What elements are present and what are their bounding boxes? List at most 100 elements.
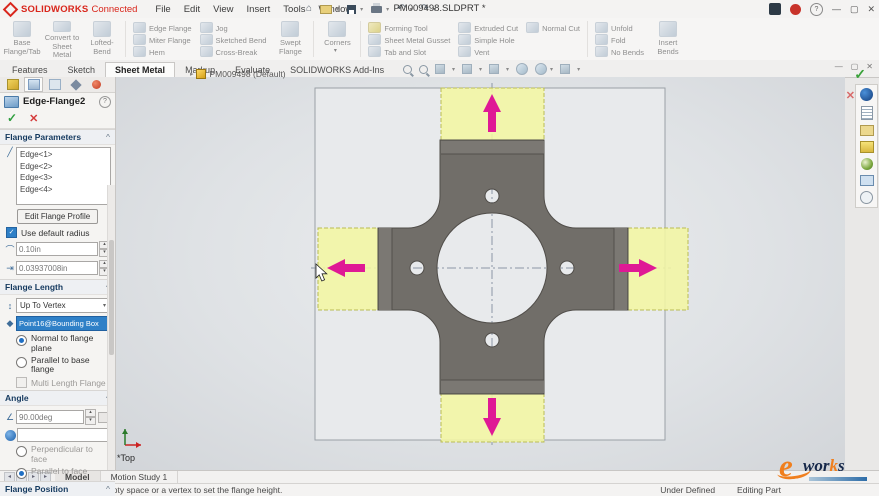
- menu-file[interactable]: File: [155, 4, 170, 15]
- panel-scrollbar[interactable]: [107, 185, 115, 470]
- tab-sketch[interactable]: Sketch: [58, 62, 106, 77]
- tab-features[interactable]: Features: [2, 62, 58, 77]
- custom-properties-icon[interactable]: [859, 175, 874, 186]
- collapse-icon[interactable]: ^: [106, 484, 110, 494]
- normal-cut-button[interactable]: Normal Cut: [526, 21, 580, 34]
- doc-minimize-icon[interactable]: —: [835, 62, 843, 71]
- pm-help-icon[interactable]: ?: [99, 95, 111, 108]
- file-explorer-icon[interactable]: [859, 125, 874, 136]
- use-default-radius-row[interactable]: ✓ Use default radius: [6, 227, 109, 238]
- feature-tree-root[interactable]: PM009498 (Default): [210, 69, 286, 79]
- cancel-button[interactable]: ✕: [29, 112, 38, 125]
- forum-icon[interactable]: [860, 191, 873, 204]
- home-icon[interactable]: ⌂: [306, 2, 312, 16]
- sketched-bend-button[interactable]: Sketched Bend: [199, 33, 266, 46]
- radio-selected-icon[interactable]: [16, 335, 27, 346]
- convert-to-sheet-metal-button[interactable]: Convert to Sheet Metal: [42, 18, 82, 60]
- view-settings-icon[interactable]: [560, 64, 571, 74]
- minimize-button[interactable]: —: [832, 4, 841, 14]
- caret-icon[interactable]: ▾: [386, 6, 389, 13]
- edge-item[interactable]: Edge<1>: [20, 149, 107, 161]
- gap-distance-field[interactable]: [16, 261, 98, 275]
- caret-icon[interactable]: ▾: [336, 6, 339, 13]
- displaymanager-tab[interactable]: [87, 77, 106, 92]
- bend-radius-field[interactable]: [16, 242, 98, 256]
- edge-item[interactable]: Edge<3>: [20, 172, 107, 184]
- spin-down-icon[interactable]: ▾: [85, 417, 96, 426]
- flyout-feature-tree[interactable]: ▸ PM009498 (Default): [190, 69, 286, 79]
- caret-icon[interactable]: ▾: [506, 66, 509, 73]
- section-view-icon[interactable]: [435, 64, 445, 74]
- open-icon[interactable]: [320, 4, 333, 14]
- help-icon[interactable]: ?: [809, 2, 823, 16]
- 3dexperience-icon[interactable]: [768, 3, 781, 15]
- close-button[interactable]: ✕: [867, 4, 875, 15]
- menu-view[interactable]: View: [213, 4, 233, 15]
- sheet-metal-gusset-button[interactable]: Sheet Metal Gusset: [368, 33, 450, 46]
- appearances-icon[interactable]: [860, 158, 873, 170]
- ok-button[interactable]: ✓: [7, 111, 17, 125]
- flange-length-header[interactable]: Flange Length ^: [0, 279, 115, 295]
- radio-selected-icon[interactable]: [16, 467, 27, 479]
- base-flange-button[interactable]: Base Flange/Tab: [2, 18, 42, 60]
- corners-button[interactable]: Corners ▾: [317, 18, 357, 60]
- fold-button[interactable]: Fold: [595, 33, 644, 46]
- caret-icon[interactable]: ▾: [550, 66, 553, 73]
- doc-close-icon[interactable]: ✕: [866, 62, 873, 71]
- model-canvas[interactable]: [115, 77, 845, 470]
- caret-icon[interactable]: ▾: [479, 66, 482, 73]
- scrollbar-thumb[interactable]: [109, 240, 114, 355]
- flange-position-header[interactable]: Flange Position ^: [0, 480, 115, 496]
- menu-edit[interactable]: Edit: [184, 4, 200, 15]
- featuremanager-tab[interactable]: [3, 77, 22, 92]
- angle-field[interactable]: [16, 410, 84, 425]
- parallel-to-face-option[interactable]: Parallel to face: [16, 466, 109, 479]
- insert-bends-button[interactable]: Insert Bends: [648, 18, 688, 60]
- flange-parameters-header[interactable]: Flange Parameters ^: [0, 129, 115, 145]
- zoom-to-area-icon[interactable]: [419, 64, 428, 74]
- vertex-reference-field[interactable]: Point16@Bounding Box: [16, 316, 110, 331]
- edge-flange-button[interactable]: Edge Flange: [133, 21, 192, 34]
- view-orientation-icon[interactable]: [462, 64, 473, 74]
- caret-icon[interactable]: ▾: [577, 66, 580, 73]
- edge-selection-list[interactable]: Edge<1> Edge<2> Edge<3> Edge<4>: [16, 147, 111, 205]
- checkbox-checked-icon[interactable]: ✓: [6, 227, 17, 238]
- edge-item[interactable]: Edge<2>: [20, 161, 107, 173]
- miter-flange-button[interactable]: Miter Flange: [133, 33, 192, 46]
- tab-solidworks-add-ins[interactable]: SOLIDWORKS Add-Ins: [280, 62, 394, 77]
- restore-button[interactable]: ▢: [850, 4, 859, 15]
- collapse-icon[interactable]: ^: [106, 132, 110, 142]
- checkbox-icon[interactable]: [16, 377, 27, 389]
- reference-face-field[interactable]: [17, 428, 110, 443]
- unfold-button[interactable]: Unfold: [595, 21, 644, 34]
- menu-tools[interactable]: Tools: [283, 4, 305, 15]
- graphics-viewport[interactable]: *Top: [115, 77, 845, 470]
- display-style-icon[interactable]: [489, 64, 500, 74]
- length-type-dropdown[interactable]: Up To Vertex ▾: [16, 298, 110, 313]
- configurationmanager-tab[interactable]: [45, 77, 64, 92]
- vent-button[interactable]: Vent: [458, 45, 518, 58]
- extruded-cut-button[interactable]: Extruded Cut: [458, 21, 518, 34]
- cross-break-button[interactable]: Cross-Break: [199, 45, 267, 58]
- view-palette-icon[interactable]: [859, 141, 874, 153]
- tab-and-slot-button[interactable]: Tab and Slot: [368, 45, 450, 58]
- radio-icon[interactable]: [16, 356, 27, 368]
- simple-hole-button[interactable]: Simple Hole: [458, 33, 518, 46]
- tab-sheet-metal[interactable]: Sheet Metal: [105, 62, 176, 77]
- lofted-bend-button[interactable]: Lofted-Bend: [82, 18, 122, 60]
- perpendicular-to-face-option[interactable]: Perpendicular to face: [16, 444, 109, 465]
- angle-header[interactable]: Angle ^: [0, 390, 115, 407]
- edit-appearance-icon[interactable]: [535, 63, 548, 75]
- propertymanager-tab[interactable]: [24, 77, 43, 92]
- expand-icon[interactable]: ▸: [190, 70, 194, 78]
- normal-to-flange-option[interactable]: Normal to flange plane: [16, 333, 109, 354]
- hem-button[interactable]: Hem: [133, 45, 192, 58]
- jog-button[interactable]: Jog: [199, 21, 267, 34]
- design-library-icon[interactable]: [860, 106, 873, 120]
- confirm-cancel-icon[interactable]: ✕: [846, 89, 855, 102]
- print-icon[interactable]: [371, 2, 383, 13]
- menu-insert[interactable]: Insert: [247, 4, 271, 15]
- dimxpertmanager-tab[interactable]: [66, 77, 85, 92]
- edit-flange-profile-button[interactable]: Edit Flange Profile: [16, 209, 99, 224]
- edge-item[interactable]: Edge<4>: [20, 184, 107, 196]
